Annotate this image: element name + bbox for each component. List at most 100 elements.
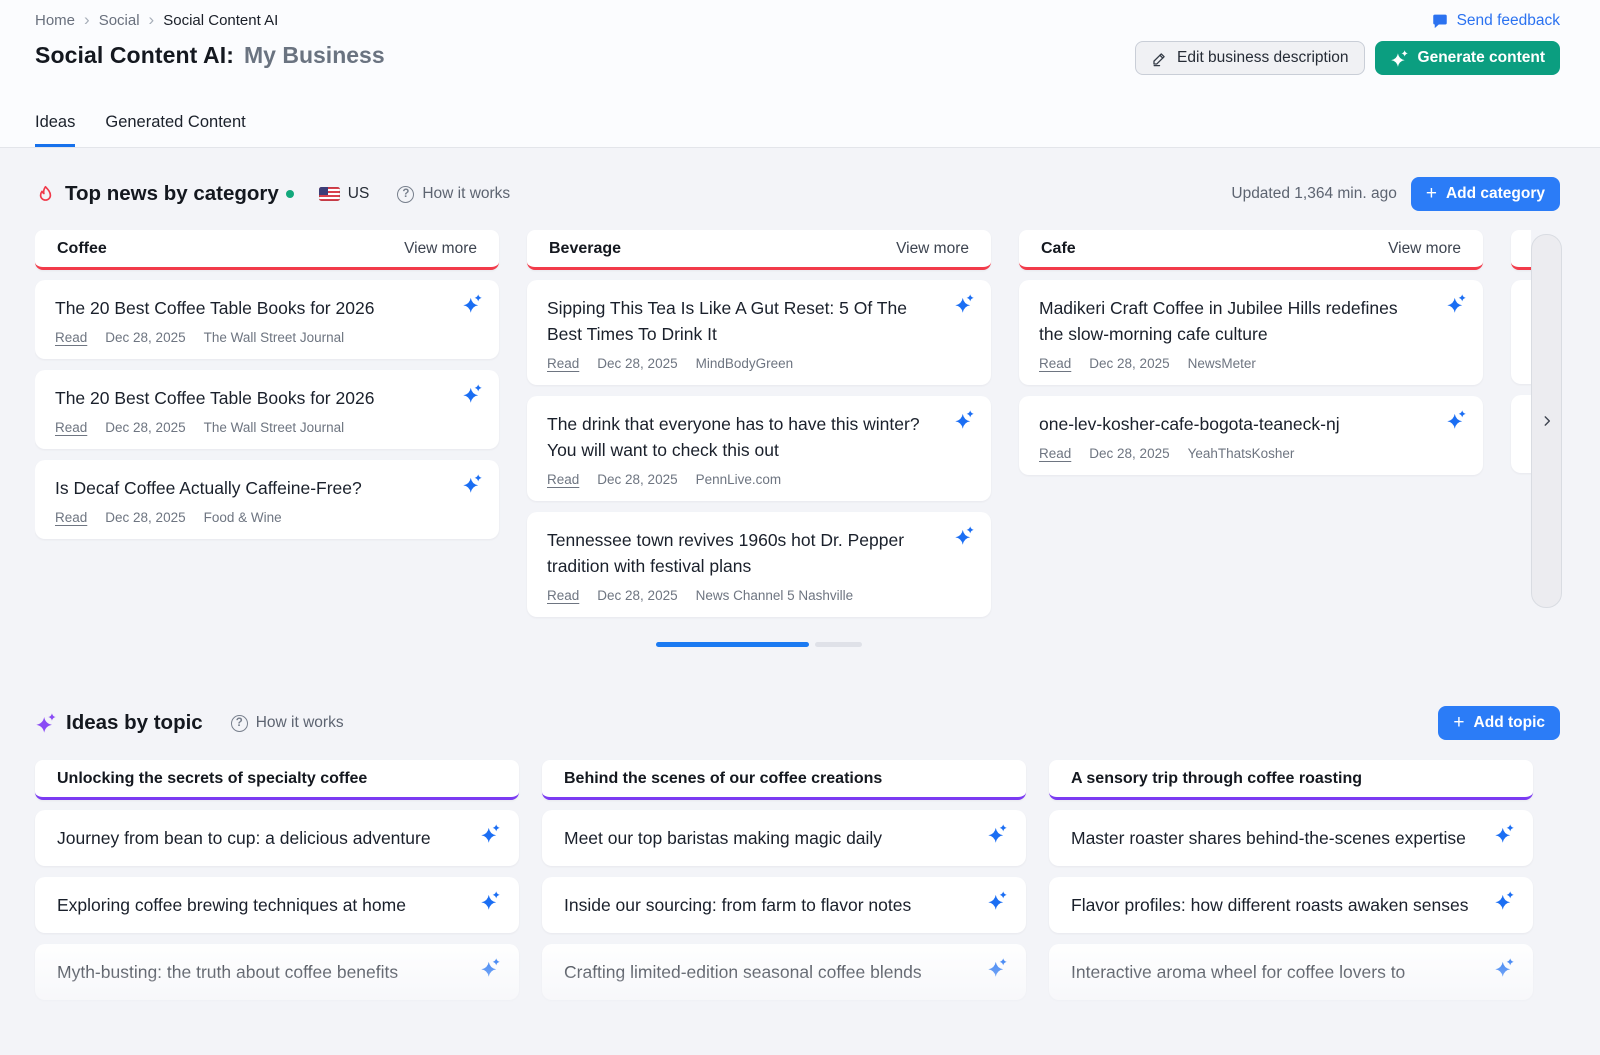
page-title: Social Content AI: bbox=[35, 42, 234, 69]
idea-card[interactable]: Inside our sourcing: from farm to flavor… bbox=[542, 877, 1026, 933]
news-card[interactable] bbox=[1511, 280, 1531, 384]
read-link[interactable]: Read bbox=[55, 330, 87, 345]
news-card[interactable]: Sipping This Tea Is Like A Gut Reset: 5 … bbox=[527, 280, 991, 385]
breadcrumb-separator-icon: › bbox=[149, 11, 155, 28]
plus-icon: + bbox=[1453, 713, 1464, 732]
top-news-section: Top news by category US ? How it works U… bbox=[35, 176, 1560, 647]
news-section-title: Top news by category bbox=[65, 182, 279, 206]
ai-sparkles-icon[interactable] bbox=[462, 293, 483, 314]
idea-card[interactable]: Myth-busting: the truth about coffee ben… bbox=[35, 944, 519, 1000]
purple-sparkles-icon bbox=[35, 712, 57, 734]
idea-text: Exploring coffee brewing techniques at h… bbox=[57, 895, 406, 915]
news-card-meta: Read Dec 28, 2025 The Wall Street Journa… bbox=[55, 330, 479, 345]
ai-sparkles-icon[interactable] bbox=[1494, 823, 1515, 844]
news-card[interactable]: Madikeri Craft Coffee in Jubilee Hills r… bbox=[1019, 280, 1483, 385]
ai-sparkles-icon[interactable] bbox=[1446, 409, 1467, 430]
pencil-icon bbox=[1151, 50, 1168, 67]
news-card-source: Food & Wine bbox=[204, 510, 282, 525]
tab-ideas[interactable]: Ideas bbox=[35, 113, 75, 147]
view-more-link[interactable]: View more bbox=[1388, 240, 1461, 258]
ai-sparkles-icon[interactable] bbox=[1494, 890, 1515, 911]
idea-card[interactable]: Master roaster shares behind-the-scenes … bbox=[1049, 810, 1533, 866]
generate-content-label: Generate content bbox=[1418, 49, 1545, 67]
read-link[interactable]: Read bbox=[547, 588, 579, 603]
ai-sparkles-icon[interactable] bbox=[1494, 957, 1515, 978]
topic-column-2: Behind the scenes of our coffee creation… bbox=[542, 760, 1026, 1011]
news-card-meta: Read Dec 28, 2025 PennLive.com bbox=[547, 472, 971, 487]
breadcrumb-home[interactable]: Home bbox=[35, 12, 75, 29]
ai-sparkles-icon[interactable] bbox=[954, 525, 975, 546]
breadcrumb-social[interactable]: Social bbox=[99, 12, 140, 29]
ai-sparkles-icon[interactable] bbox=[480, 957, 501, 978]
how-it-works-link[interactable]: How it works bbox=[256, 714, 344, 732]
how-it-works-link[interactable]: How it works bbox=[422, 185, 510, 203]
carousel-page-indicator[interactable] bbox=[815, 642, 862, 647]
ai-sparkles-icon[interactable] bbox=[462, 473, 483, 494]
news-card[interactable]: The 20 Best Coffee Table Books for 2026 … bbox=[35, 280, 499, 359]
news-card-source: The Wall Street Journal bbox=[204, 420, 345, 435]
news-card-source: MindBodyGreen bbox=[696, 356, 794, 371]
idea-card[interactable]: Flavor profiles: how different roasts aw… bbox=[1049, 877, 1533, 933]
send-feedback-link[interactable]: Send feedback bbox=[1431, 12, 1560, 30]
ideas-section-header: Ideas by topic ? How it works + Add topi… bbox=[35, 705, 1560, 741]
news-card-title: The 20 Best Coffee Table Books for 2026 bbox=[55, 385, 479, 411]
idea-card[interactable]: Interactive aroma wheel for coffee lover… bbox=[1049, 944, 1533, 1000]
generate-content-button[interactable]: Generate content bbox=[1375, 41, 1560, 75]
idea-card[interactable]: Exploring coffee brewing techniques at h… bbox=[35, 877, 519, 933]
topic-name: Behind the scenes of our coffee creation… bbox=[564, 770, 882, 788]
news-card-source: YeahThatsKosher bbox=[1188, 446, 1295, 461]
news-card[interactable]: The drink that everyone has to have this… bbox=[527, 396, 991, 501]
category-name: Coffee bbox=[57, 240, 107, 258]
help-icon[interactable]: ? bbox=[397, 186, 414, 203]
idea-card[interactable]: Journey from bean to cup: a delicious ad… bbox=[35, 810, 519, 866]
read-link[interactable]: Read bbox=[1039, 446, 1071, 461]
view-more-link[interactable]: View more bbox=[404, 240, 477, 258]
category-column-beverage: Beverage View more Sipping This Tea Is L… bbox=[527, 230, 991, 628]
ai-sparkles-icon[interactable] bbox=[987, 957, 1008, 978]
carousel-page-indicator-active[interactable] bbox=[656, 642, 809, 647]
ai-sparkles-icon[interactable] bbox=[987, 890, 1008, 911]
read-link[interactable]: Read bbox=[547, 472, 579, 487]
add-topic-button[interactable]: + Add topic bbox=[1438, 706, 1560, 740]
chevron-right-icon bbox=[1540, 414, 1554, 428]
ai-sparkles-icon[interactable] bbox=[480, 890, 501, 911]
idea-text: Master roaster shares behind-the-scenes … bbox=[1071, 828, 1466, 848]
ai-sparkles-icon[interactable] bbox=[987, 823, 1008, 844]
news-card-title: Tennessee town revives 1960s hot Dr. Pep… bbox=[547, 527, 971, 579]
idea-card[interactable]: Crafting limited-edition seasonal coffee… bbox=[542, 944, 1026, 1000]
news-card-title: The 20 Best Coffee Table Books for 2026 bbox=[55, 295, 479, 321]
help-icon[interactable]: ? bbox=[231, 715, 248, 732]
tabs: Ideas Generated Content bbox=[35, 113, 246, 147]
news-card-source: The Wall Street Journal bbox=[204, 330, 345, 345]
news-card-date: Dec 28, 2025 bbox=[1089, 356, 1169, 371]
ai-sparkles-icon[interactable] bbox=[954, 409, 975, 430]
read-link[interactable]: Read bbox=[1039, 356, 1071, 371]
tab-generated-content[interactable]: Generated Content bbox=[105, 113, 245, 147]
carousel-next-button[interactable] bbox=[1531, 234, 1562, 608]
ai-sparkles-icon[interactable] bbox=[462, 383, 483, 404]
news-card[interactable] bbox=[1511, 395, 1531, 473]
news-card[interactable]: Tennessee town revives 1960s hot Dr. Pep… bbox=[527, 512, 991, 617]
news-carousel-viewport: Coffee View more The 20 Best Coffee Tabl… bbox=[35, 230, 1531, 647]
ai-sparkles-icon[interactable] bbox=[480, 823, 501, 844]
ai-sparkles-icon[interactable] bbox=[1446, 293, 1467, 314]
read-link[interactable]: Read bbox=[547, 356, 579, 371]
flame-icon bbox=[35, 184, 56, 205]
add-category-button[interactable]: + Add category bbox=[1411, 177, 1560, 211]
news-card-date: Dec 28, 2025 bbox=[1089, 446, 1169, 461]
idea-card[interactable]: Meet our top baristas making magic daily bbox=[542, 810, 1026, 866]
news-card[interactable]: one-lev-kosher-cafe-bogota-teaneck-nj Re… bbox=[1019, 396, 1483, 475]
news-card-meta: Read Dec 28, 2025 News Channel 5 Nashvil… bbox=[547, 588, 971, 603]
read-link[interactable]: Read bbox=[55, 510, 87, 525]
view-more-link[interactable]: View more bbox=[896, 240, 969, 258]
read-link[interactable]: Read bbox=[55, 420, 87, 435]
news-card[interactable]: Is Decaf Coffee Actually Caffeine-Free? … bbox=[35, 460, 499, 539]
idea-text: Journey from bean to cup: a delicious ad… bbox=[57, 828, 431, 848]
send-feedback-label: Send feedback bbox=[1457, 12, 1560, 30]
topic-name: Unlocking the secrets of specialty coffe… bbox=[57, 770, 367, 788]
category-header-card: Cafe View more bbox=[1019, 230, 1483, 270]
edit-business-description-button[interactable]: Edit business description bbox=[1135, 41, 1364, 75]
news-card[interactable]: The 20 Best Coffee Table Books for 2026 … bbox=[35, 370, 499, 449]
status-dot bbox=[286, 190, 294, 198]
ai-sparkles-icon[interactable] bbox=[954, 293, 975, 314]
